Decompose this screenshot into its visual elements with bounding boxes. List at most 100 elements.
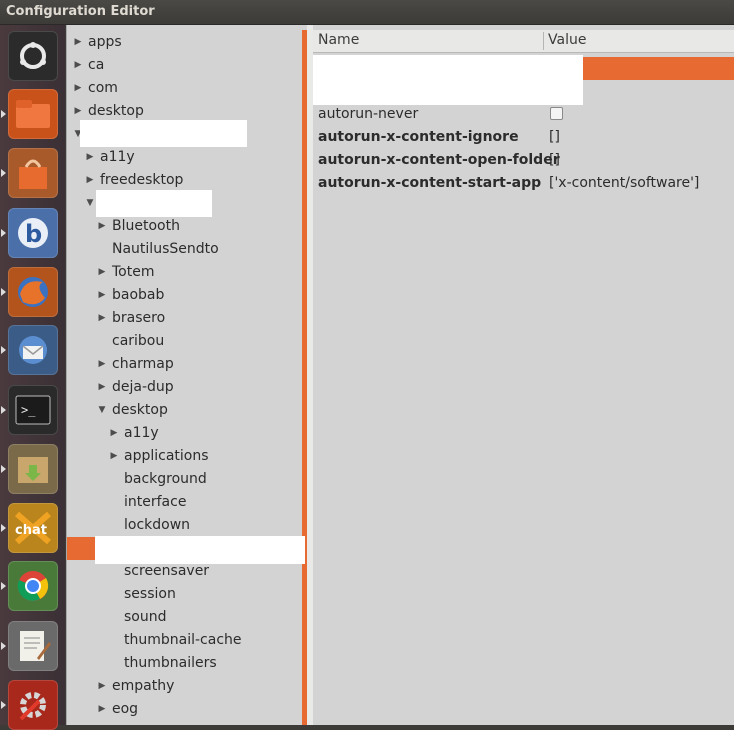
tree-item[interactable]: ▶ deja-dup	[67, 376, 305, 399]
tree-item-label: a11y	[100, 149, 135, 165]
tree-item[interactable]: thumbnailers	[67, 652, 305, 675]
bluefish-icon[interactable]: b	[8, 208, 58, 258]
tree-item-label: lockdown	[124, 517, 191, 533]
tree-item[interactable]: NautilusSendto	[67, 238, 305, 261]
tree-item[interactable]: caribou	[67, 330, 305, 353]
tree-item-label: apps	[88, 34, 122, 50]
value-checkbox[interactable]	[550, 107, 563, 120]
running-indicator	[1, 465, 6, 473]
tree-item-label: charmap	[112, 356, 174, 372]
tree-item[interactable]: thumbnail-cache	[67, 629, 305, 652]
tree-item[interactable]: ▶ eog	[67, 698, 305, 721]
expander-collapsed-icon[interactable]: ▶	[96, 307, 108, 330]
expander-collapsed-icon[interactable]: ▶	[96, 261, 108, 284]
running-indicator	[1, 110, 6, 118]
terminal-icon[interactable]: >_	[8, 385, 58, 435]
key-name: autorun-x-content-start-app	[318, 175, 542, 191]
tree-item[interactable]: ▶ ca	[67, 54, 305, 77]
title-bar[interactable]: Configuration Editor	[0, 0, 734, 25]
tree-item-label: desktop	[112, 402, 168, 418]
tree-item[interactable]: ▶ com	[67, 77, 305, 100]
expander-collapsed-icon[interactable]: ▶	[72, 31, 84, 54]
key-row[interactable]: autorun-x-content-open-folder[]	[313, 149, 734, 172]
expander-collapsed-icon[interactable]: ▶	[108, 422, 120, 445]
running-indicator	[1, 582, 6, 590]
highlight-org	[80, 120, 247, 147]
svg-text:>_: >_	[21, 403, 36, 417]
text-editor-icon[interactable]	[8, 621, 58, 671]
key-row[interactable]: autorun-never	[313, 103, 734, 126]
tree-item-label: session	[124, 586, 176, 602]
tree-item[interactable]: ▶ baobab	[67, 284, 305, 307]
column-separator[interactable]	[543, 32, 544, 50]
tree-item[interactable]: ▶ freedesktop	[67, 169, 305, 192]
tree-item-label: caribou	[112, 333, 165, 349]
archive-manager-icon[interactable]	[8, 444, 58, 494]
expander-collapsed-icon[interactable]: ▶	[84, 146, 96, 169]
tree-item[interactable]: lockdown	[67, 514, 305, 537]
tree-item[interactable]: sound	[67, 606, 305, 629]
expander-collapsed-icon[interactable]: ▶	[96, 675, 108, 698]
expander-collapsed-icon[interactable]: ▶	[72, 77, 84, 100]
key-row[interactable]: autorun-x-content-ignore []	[313, 126, 734, 149]
tree-item[interactable]: ▼ desktop	[67, 399, 305, 422]
key-list-pane[interactable]: Name Value automountautomount-openautoru…	[313, 25, 734, 725]
tree-item-label: com	[88, 80, 118, 96]
expander-expanded-icon[interactable]: ▼	[96, 399, 108, 422]
column-header-name[interactable]: Name	[318, 32, 359, 48]
tree-item-label: sound	[124, 609, 167, 625]
tree-item-label: thumbnail-cache	[124, 632, 242, 648]
tree-item[interactable]: ▶ Bluetooth	[67, 215, 305, 238]
expander-collapsed-icon[interactable]: ▶	[108, 445, 120, 468]
system-settings-icon[interactable]	[8, 680, 58, 730]
running-indicator	[1, 642, 6, 650]
tree-item[interactable]: ▶ brasero	[67, 307, 305, 330]
column-header-value[interactable]: Value	[548, 32, 586, 48]
tree-item[interactable]: session	[67, 583, 305, 606]
expander-collapsed-icon[interactable]: ▶	[96, 698, 108, 721]
tree-item[interactable]: ▶ Totem	[67, 261, 305, 284]
software-center-icon[interactable]	[8, 148, 58, 198]
tree-item[interactable]: ▶ apps	[67, 31, 305, 54]
tree-item[interactable]: ▶ a11y	[67, 422, 305, 445]
key-value[interactable]: ['x-content/software']	[549, 172, 699, 195]
running-indicator	[1, 524, 6, 532]
thunderbird-icon[interactable]	[8, 325, 58, 375]
tree-item-label: applications	[124, 448, 209, 464]
highlight-automount	[313, 55, 583, 105]
key-row[interactable]: autorun-x-content-start-app ['x-content/s…	[313, 172, 734, 195]
running-indicator	[1, 701, 6, 709]
key-value[interactable]: []	[549, 126, 560, 149]
ubuntu-dash-icon[interactable]	[8, 31, 58, 81]
expander-expanded-icon[interactable]: ▼	[84, 192, 96, 215]
expander-collapsed-icon[interactable]: ▶	[72, 54, 84, 77]
tree-item-label: baobab	[112, 287, 165, 303]
tree-item[interactable]: ▶ applications	[67, 445, 305, 468]
running-indicator	[1, 346, 6, 354]
tree-item-label: brasero	[112, 310, 166, 326]
key-value[interactable]: []	[549, 149, 560, 172]
svg-text:chat: chat	[15, 523, 47, 538]
tree-item[interactable]: interface	[67, 491, 305, 514]
expander-collapsed-icon[interactable]: ▶	[96, 376, 108, 399]
running-indicator	[1, 406, 6, 414]
chrome-icon[interactable]	[8, 561, 58, 611]
running-indicator	[1, 288, 6, 296]
tree-item[interactable]: background	[67, 468, 305, 491]
files-icon[interactable]	[8, 89, 58, 139]
expander-collapsed-icon[interactable]: ▶	[84, 169, 96, 192]
tree-item-label: thumbnailers	[124, 655, 217, 671]
tree-item-label: empathy	[112, 678, 175, 694]
expander-collapsed-icon[interactable]: ▶	[96, 215, 108, 238]
tree-item[interactable]: ▶ empathy	[67, 675, 305, 698]
firefox-icon[interactable]	[8, 267, 58, 317]
tree-item-label: Totem	[112, 264, 155, 280]
list-header: Name Value	[313, 30, 734, 53]
key-name: autorun-never	[318, 106, 419, 122]
expander-collapsed-icon[interactable]: ▶	[96, 353, 108, 376]
expander-collapsed-icon[interactable]: ▶	[96, 284, 108, 307]
xchat-icon[interactable]: chat	[8, 503, 58, 553]
tree-item[interactable]: ▶ a11y	[67, 146, 305, 169]
tree-item[interactable]: ▶ charmap	[67, 353, 305, 376]
svg-text:b: b	[25, 220, 42, 248]
